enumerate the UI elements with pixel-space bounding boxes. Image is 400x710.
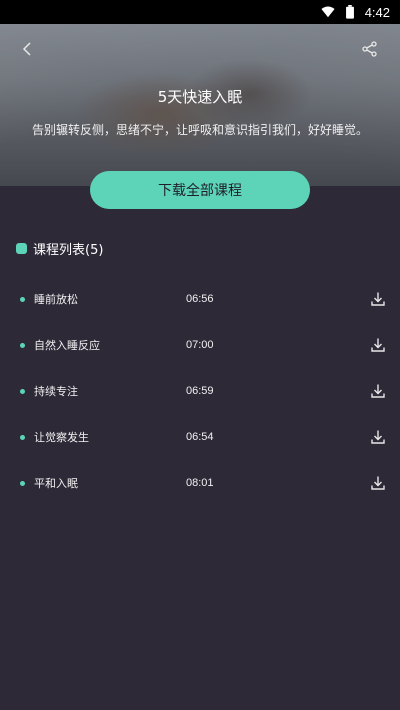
- course-name: 让觉察发生: [34, 431, 89, 444]
- download-icon[interactable]: [370, 383, 386, 399]
- course-name: 自然入睡反应: [34, 339, 100, 352]
- course-duration: 06:59: [186, 385, 214, 397]
- wifi-icon: [321, 6, 335, 18]
- hero-banner: 5天快速入眠 告别辗转反侧，思绪不宁，让呼吸和意识指引我们，好好睡觉。: [0, 24, 400, 186]
- course-duration: 07:00: [186, 339, 214, 351]
- share-icon[interactable]: [360, 39, 380, 59]
- download-icon[interactable]: [370, 337, 386, 353]
- bullet-icon: [20, 296, 25, 302]
- course-duration: 06:56: [186, 293, 214, 305]
- list-item[interactable]: 让觉察发生 06:54: [0, 414, 400, 460]
- section-marker-icon: [16, 242, 27, 254]
- course-name: 持续专注: [34, 385, 78, 398]
- course-list-title: 课程列表(5): [33, 242, 104, 258]
- course-duration: 08:01: [186, 477, 214, 489]
- list-item[interactable]: 持续专注 06:59: [0, 368, 400, 414]
- course-list: 睡前放松 06:56 自然入睡反应 07:00 持续专注 06:59 让觉察发生…: [0, 276, 400, 506]
- bullet-icon: [20, 342, 25, 348]
- bullet-icon: [20, 480, 25, 486]
- list-item[interactable]: 自然入睡反应 07:00: [0, 322, 400, 368]
- course-name: 平和入眠: [34, 477, 78, 490]
- course-list-header: 课程列表(5): [16, 238, 103, 258]
- list-item[interactable]: 睡前放松 06:56: [0, 276, 400, 322]
- download-all-button[interactable]: 下载全部课程: [90, 171, 310, 209]
- hero-toolbar: [0, 36, 400, 60]
- battery-icon: [345, 5, 354, 19]
- chevron-left-icon[interactable]: [18, 38, 38, 60]
- download-icon[interactable]: [370, 291, 386, 307]
- course-name: 睡前放松: [34, 293, 78, 306]
- download-icon[interactable]: [370, 475, 386, 491]
- course-title: 5天快速入眠: [157, 88, 243, 106]
- download-icon[interactable]: [370, 429, 386, 445]
- bullet-icon: [20, 388, 25, 394]
- list-item[interactable]: 平和入眠 08:01: [0, 460, 400, 506]
- status-time: 4:42: [364, 4, 390, 20]
- course-duration: 06:54: [186, 431, 214, 443]
- bullet-icon: [20, 434, 25, 440]
- status-bar: 4:42: [0, 0, 400, 24]
- course-description: 告别辗转反侧，思绪不宁，让呼吸和意识指引我们，好好睡觉。: [31, 123, 368, 137]
